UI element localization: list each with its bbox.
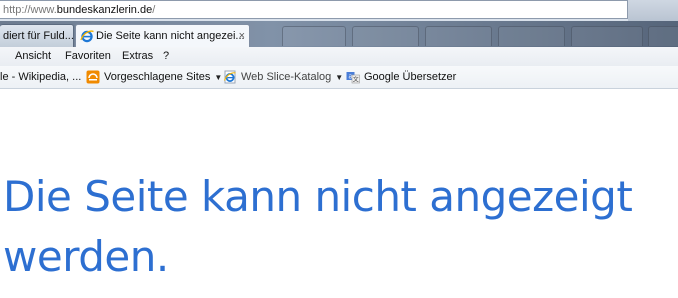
tab-ghost[interactable] <box>648 26 678 46</box>
menu-extras[interactable]: Extras <box>122 47 153 66</box>
tab-current[interactable]: Die Seite kann nicht angezei... × <box>75 24 250 47</box>
menu-ansicht[interactable]: Ansicht <box>15 47 51 66</box>
tab-strip: diert für Fuld... Die Seite kann nicht a… <box>0 21 678 47</box>
menu-bar: Ansicht Favoriten Extras ? <box>0 47 678 66</box>
favorite-wikipedia[interactable]: le - Wikipedia, ... <box>0 66 81 88</box>
error-heading: Die Seite kann nicht angezeigt werden. <box>3 172 633 281</box>
tab-label: diert für Fuld... <box>3 30 74 42</box>
menu-favoriten[interactable]: Favoriten <box>65 47 111 66</box>
tab-ghost[interactable] <box>425 26 492 46</box>
favorites-bar: le - Wikipedia, ... Vorgeschlagene Sites… <box>0 66 678 89</box>
chevron-down-icon[interactable]: ▼ <box>214 73 222 82</box>
ie-icon <box>223 70 236 84</box>
address-suffix: / <box>152 4 156 16</box>
tab-previous[interactable]: diert für Fuld... <box>0 24 74 47</box>
address-prefix: http://www. <box>3 4 57 16</box>
tab-close-icon[interactable]: × <box>239 25 245 47</box>
favorite-suggested-sites[interactable]: Vorgeschlagene Sites ▼ <box>86 66 222 88</box>
address-bar-controls[interactable] <box>628 0 678 21</box>
suggested-sites-icon <box>86 70 100 84</box>
favorite-label: Web Slice-Katalog <box>241 71 332 83</box>
tab-ghost[interactable] <box>498 26 565 46</box>
tab-label: Die Seite kann nicht angezei... <box>96 30 245 42</box>
favorite-google-translate[interactable]: a 文 Google Übersetzer <box>346 66 456 88</box>
favorite-label: Vorgeschlagene Sites <box>104 71 211 83</box>
chevron-down-icon[interactable]: ▼ <box>335 73 343 82</box>
address-domain: bundeskanzlerin.de <box>56 4 153 16</box>
menu-help[interactable]: ? <box>163 47 169 66</box>
tab-ghost[interactable] <box>352 26 419 46</box>
address-bar-row: http://www.bundeskanzlerin.de/ <box>0 0 678 21</box>
favorite-label: Google Übersetzer <box>364 71 457 83</box>
ie-icon <box>80 30 94 43</box>
svg-text:文: 文 <box>353 76 359 84</box>
tab-ghost[interactable] <box>282 26 346 46</box>
tab-ghost[interactable] <box>571 26 643 46</box>
favorite-web-slice[interactable]: Web Slice-Katalog ▼ <box>223 66 343 88</box>
address-input[interactable]: http://www.bundeskanzlerin.de/ <box>0 0 628 19</box>
google-translate-icon: a 文 <box>346 72 360 84</box>
favorite-label: le - Wikipedia, ... <box>0 71 82 83</box>
